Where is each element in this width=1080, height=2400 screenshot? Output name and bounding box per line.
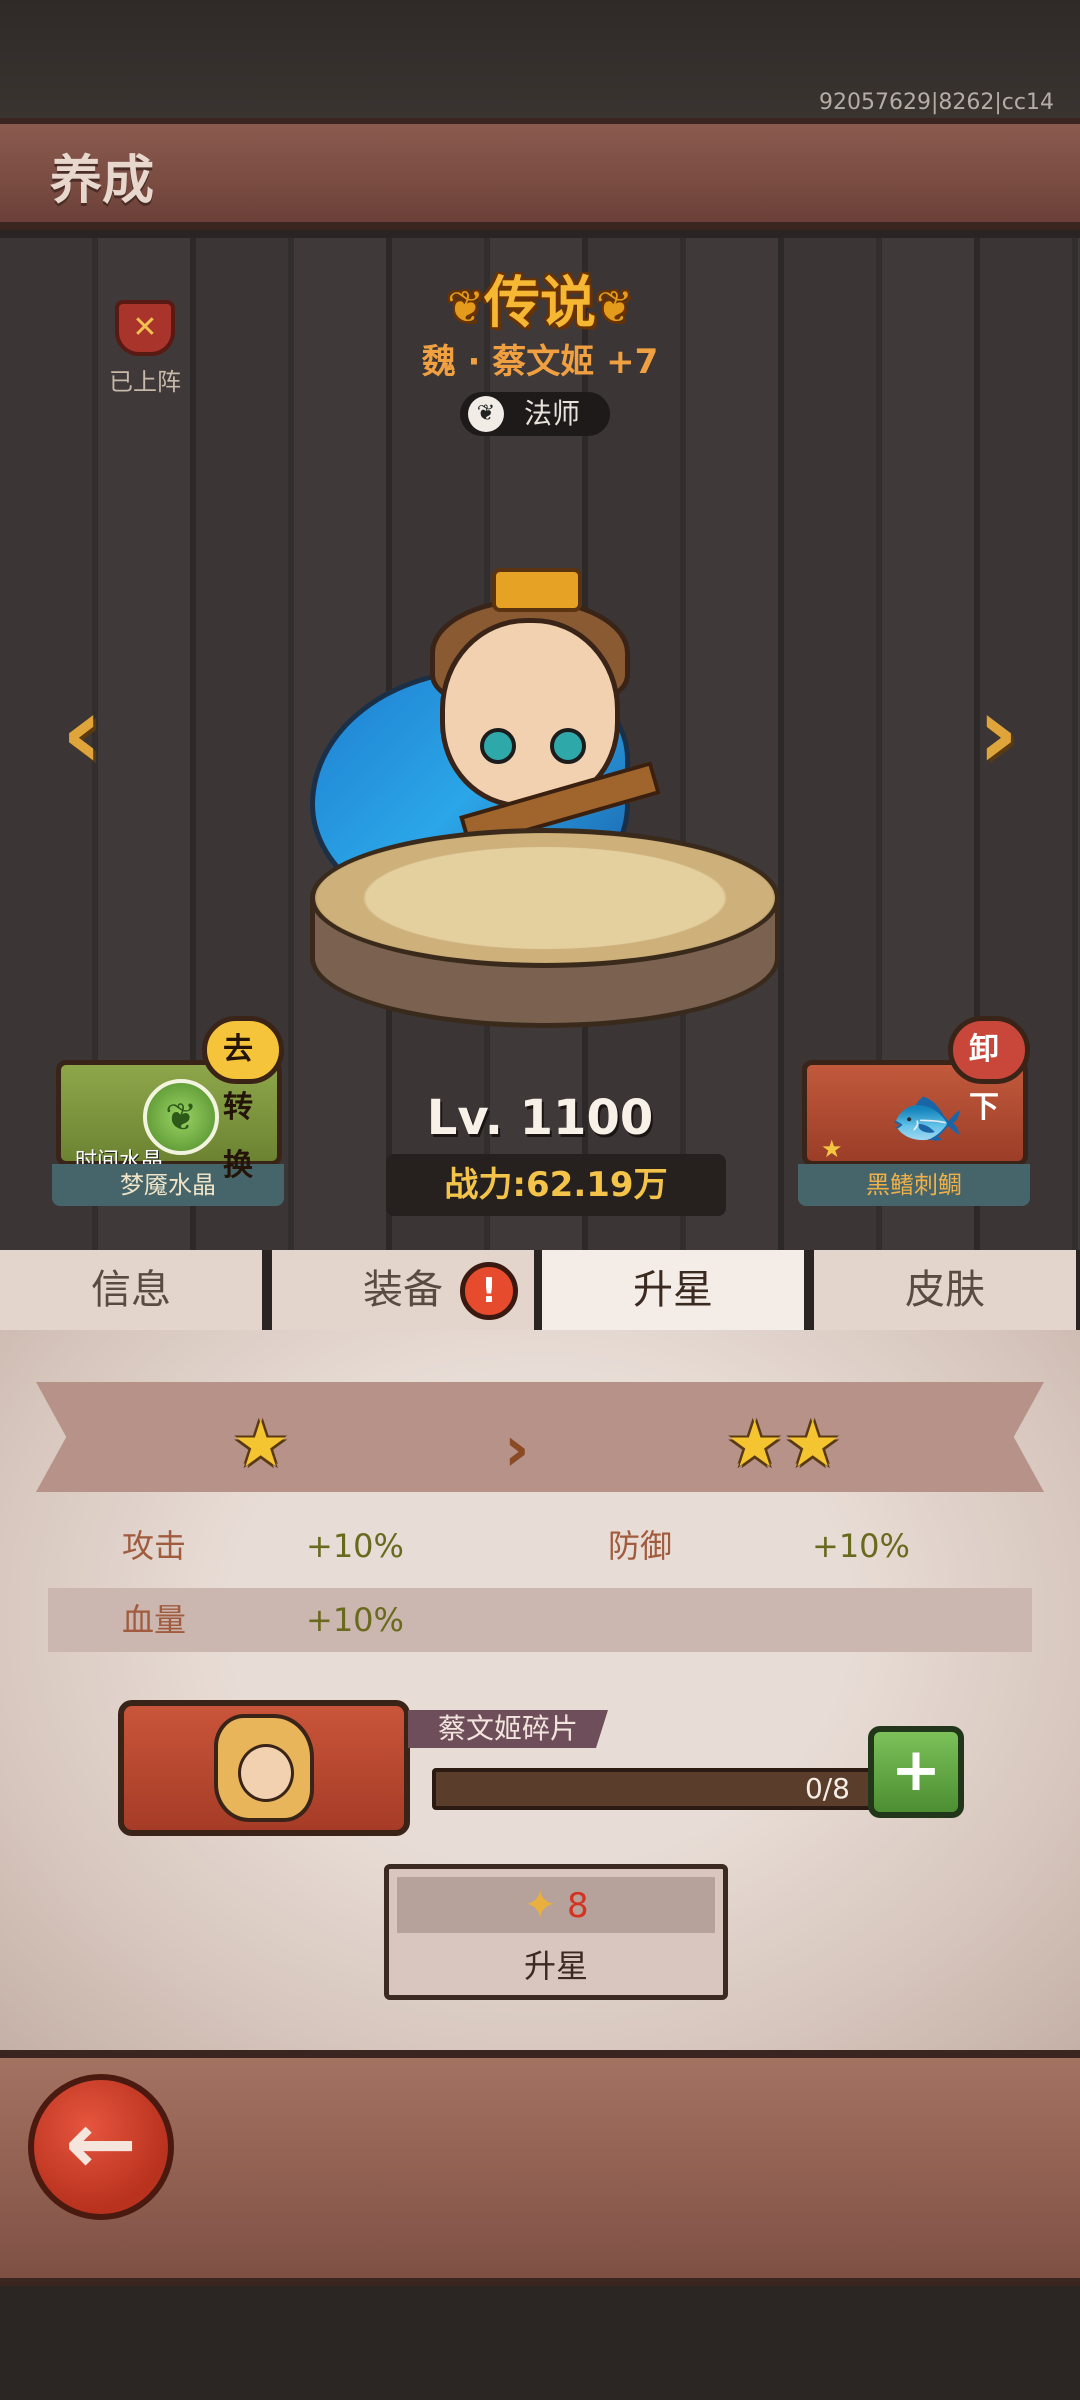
convert-button[interactable]: 去转换 bbox=[202, 1016, 284, 1183]
shard-progress-bar: 0/8 bbox=[432, 1768, 872, 1810]
page-title: 养成 bbox=[50, 151, 155, 211]
hero-pedestal bbox=[310, 828, 780, 1028]
stat-value: +10% bbox=[306, 1601, 404, 1639]
stat-label: 防御 bbox=[608, 1527, 673, 1565]
hero-crown bbox=[492, 568, 582, 612]
shard-name: 蔡文姬碎片 bbox=[408, 1710, 608, 1748]
combat-power: 战力:62.19万 bbox=[386, 1154, 726, 1216]
mage-class-icon: ❦ bbox=[468, 396, 504, 432]
tab-equipment[interactable]: 装备 ! bbox=[272, 1250, 534, 1330]
bottom-strip bbox=[0, 2286, 1080, 2400]
alert-icon: ! bbox=[460, 1262, 518, 1320]
shard-icon: ✦ bbox=[523, 1882, 557, 1929]
stat-label: 攻击 bbox=[122, 1527, 187, 1565]
back-arrow-icon[interactable]: ← bbox=[28, 2074, 174, 2220]
stat-value: +10% bbox=[812, 1527, 910, 1565]
hero-shard-icon bbox=[214, 1714, 314, 1822]
class-badge: ❦ 法师 bbox=[460, 392, 610, 436]
star-ribbon bbox=[36, 1382, 1044, 1492]
deployed-label: 已上阵 bbox=[109, 368, 181, 396]
star-icon: ★ bbox=[821, 1135, 843, 1163]
unequip-button[interactable]: 卸下 bbox=[948, 1016, 1030, 1125]
build-id: 92057629|8262|cc14 bbox=[819, 90, 1054, 115]
pet-slot[interactable]: 🐟 ★ 黑鳍刺鲷 卸下 bbox=[798, 1016, 1030, 1210]
crystal-slot[interactable]: ❦ 时间水晶 梦魇水晶 去转换 bbox=[52, 1016, 284, 1210]
rarity-label: 传说 bbox=[484, 271, 596, 336]
deployed-badge: ✕ 已上阵 bbox=[100, 300, 190, 397]
current-star-icon: ★ bbox=[232, 1408, 290, 1482]
add-shard-button[interactable]: + bbox=[868, 1726, 964, 1818]
tab-star-up[interactable]: 升星 bbox=[542, 1250, 804, 1330]
star-up-label: 升星 bbox=[523, 1947, 588, 1985]
hero-eye-right bbox=[550, 728, 586, 764]
hero-level: Lv. 1100 bbox=[426, 1090, 654, 1146]
tab-info[interactable]: 信息 bbox=[0, 1250, 262, 1330]
laurel-right-icon: ❦ bbox=[596, 282, 633, 333]
next-star-icon: ★ bbox=[784, 1408, 842, 1482]
cost-row: ✦ 8 bbox=[397, 1877, 715, 1933]
star-up-panel: ★ › ★ ★ 攻击 +10% 防御 +10% 血量 +10% 蔡文姬碎片 0/… bbox=[0, 1330, 1080, 2050]
stat-row: 血量 +10% bbox=[48, 1588, 1032, 1652]
hero-eye-left bbox=[480, 728, 516, 764]
prev-hero-arrow-icon[interactable]: ‹ bbox=[46, 678, 118, 788]
tab-skin[interactable]: 皮肤 bbox=[814, 1250, 1076, 1330]
stat-value: +10% bbox=[306, 1527, 404, 1565]
stat-label: 血量 bbox=[122, 1601, 187, 1639]
rarity-title: ❦传说❦ bbox=[440, 258, 640, 339]
next-star-icon: ★ bbox=[726, 1408, 784, 1482]
progress-text: 0/8 bbox=[804, 1772, 850, 1805]
class-label: 法师 bbox=[524, 397, 581, 430]
laurel-left-icon: ❦ bbox=[447, 282, 484, 333]
crossed-swords-icon: ✕ bbox=[115, 300, 175, 356]
shard-card[interactable] bbox=[118, 1700, 410, 1836]
tab-bar: 信息 装备 ! 升星 皮肤 bbox=[0, 1250, 1080, 1330]
star-up-button[interactable]: ✦ 8 升星 bbox=[384, 1864, 728, 2000]
arrow-right-icon: › bbox=[504, 1412, 530, 1485]
next-hero-arrow-icon[interactable]: › bbox=[962, 678, 1034, 788]
stat-row: 攻击 +10% 防御 +10% bbox=[48, 1514, 1032, 1578]
cost-value: 8 bbox=[566, 1885, 589, 1926]
fish-icon: 🐟 bbox=[889, 1082, 965, 1152]
pet-slot-caption: 黑鳍刺鲷 bbox=[798, 1164, 1030, 1206]
header-bar: 养成 bbox=[0, 118, 1080, 230]
hero-name: 魏 · 蔡文姬 +7 bbox=[421, 342, 659, 382]
